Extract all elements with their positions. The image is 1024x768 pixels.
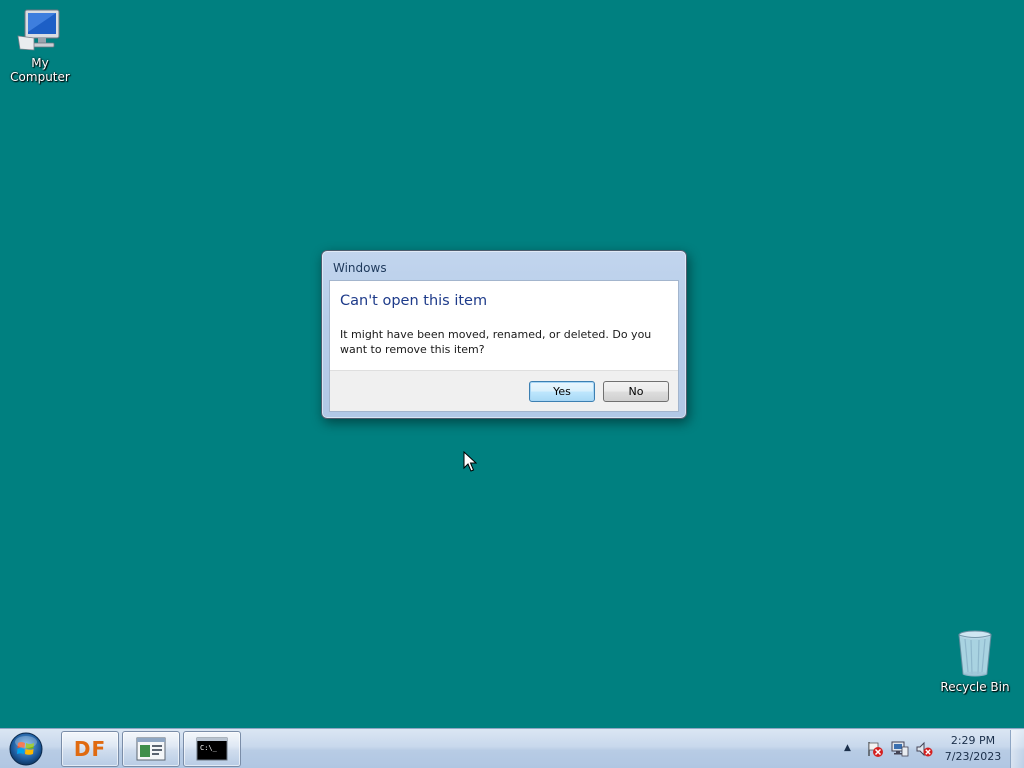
no-button[interactable]: No	[603, 381, 669, 402]
dialog-title: Windows	[333, 261, 387, 275]
dialog-heading: Can't open this item	[340, 293, 488, 309]
clock-date: 7/23/2023	[944, 750, 1002, 763]
show-hidden-icons-icon[interactable]: ▲	[844, 743, 851, 753]
clock-time: 2:29 PM	[950, 734, 996, 747]
network-icon[interactable]	[891, 740, 909, 758]
taskbar: DF C:\_ ▲ 2:29 PM 7/23/2023	[0, 728, 1024, 768]
taskbar-button-command-prompt[interactable]: C:\_	[183, 731, 241, 767]
taskbar-button-explorer[interactable]	[122, 731, 180, 767]
action-center-flag-icon[interactable]	[866, 740, 884, 758]
taskbar-clock[interactable]: 2:29 PM 7/23/2023	[940, 733, 1006, 765]
dialog-body: Can't open this item It might have been …	[329, 280, 679, 412]
cant-open-item-dialog[interactable]: Windows Can't open this item It might ha…	[321, 250, 687, 419]
show-desktop-button[interactable]	[1010, 730, 1024, 768]
mouse-pointer-icon	[463, 451, 477, 472]
desktop-icon-label: Recycle Bin	[940, 680, 1010, 694]
command-prompt-icon: C:\_	[196, 737, 228, 761]
dialog-message: It might have been moved, renamed, or de…	[340, 328, 652, 356]
desktop-icon-recycle-bin[interactable]: Recycle Bin	[935, 630, 1015, 694]
computer-icon	[17, 9, 60, 51]
explorer-window-icon	[136, 737, 166, 761]
df-icon: DF	[73, 737, 107, 761]
desktop-icon-label: My Computer	[10, 56, 70, 84]
windows-start-orb-icon[interactable]	[6, 731, 46, 767]
command-prompt-text: C:\_	[200, 744, 218, 752]
desktop-icon-my-computer[interactable]: My Computer	[0, 8, 80, 84]
yes-button[interactable]: Yes	[529, 381, 595, 402]
volume-muted-icon[interactable]	[915, 740, 933, 758]
recycle-bin-icon	[958, 630, 992, 677]
taskbar-button-df[interactable]: DF	[61, 731, 119, 767]
dialog-button-bar: Yes No	[330, 370, 678, 411]
